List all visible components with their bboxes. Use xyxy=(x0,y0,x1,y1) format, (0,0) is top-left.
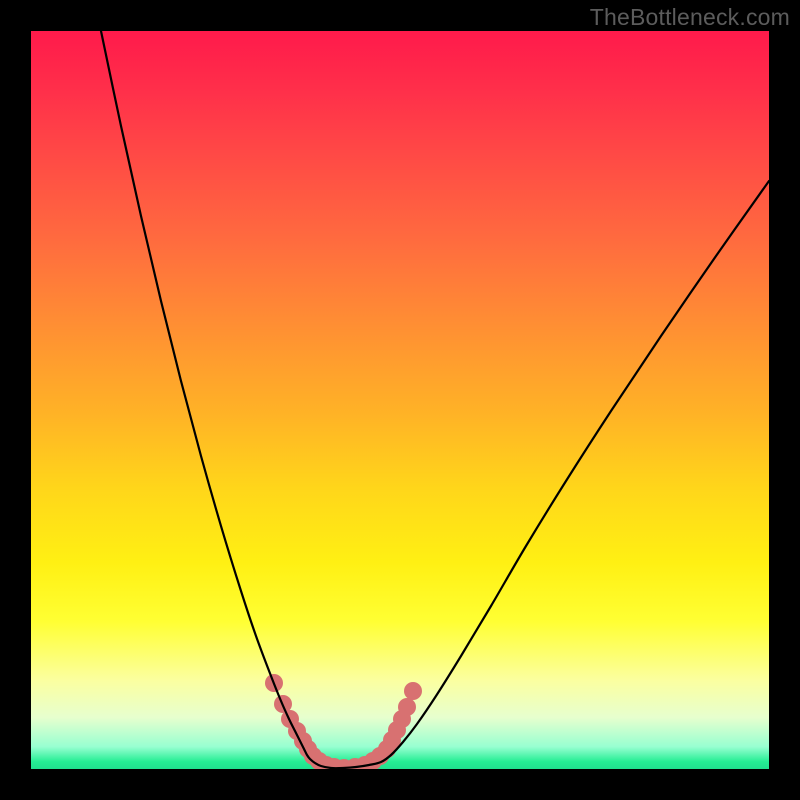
plot-area xyxy=(31,31,769,769)
data-marker xyxy=(398,698,416,716)
chart-svg xyxy=(31,31,769,769)
data-markers xyxy=(265,674,422,769)
data-marker xyxy=(404,682,422,700)
watermark-text: TheBottleneck.com xyxy=(590,4,790,31)
v-curve xyxy=(101,31,769,768)
outer-frame: TheBottleneck.com xyxy=(0,0,800,800)
